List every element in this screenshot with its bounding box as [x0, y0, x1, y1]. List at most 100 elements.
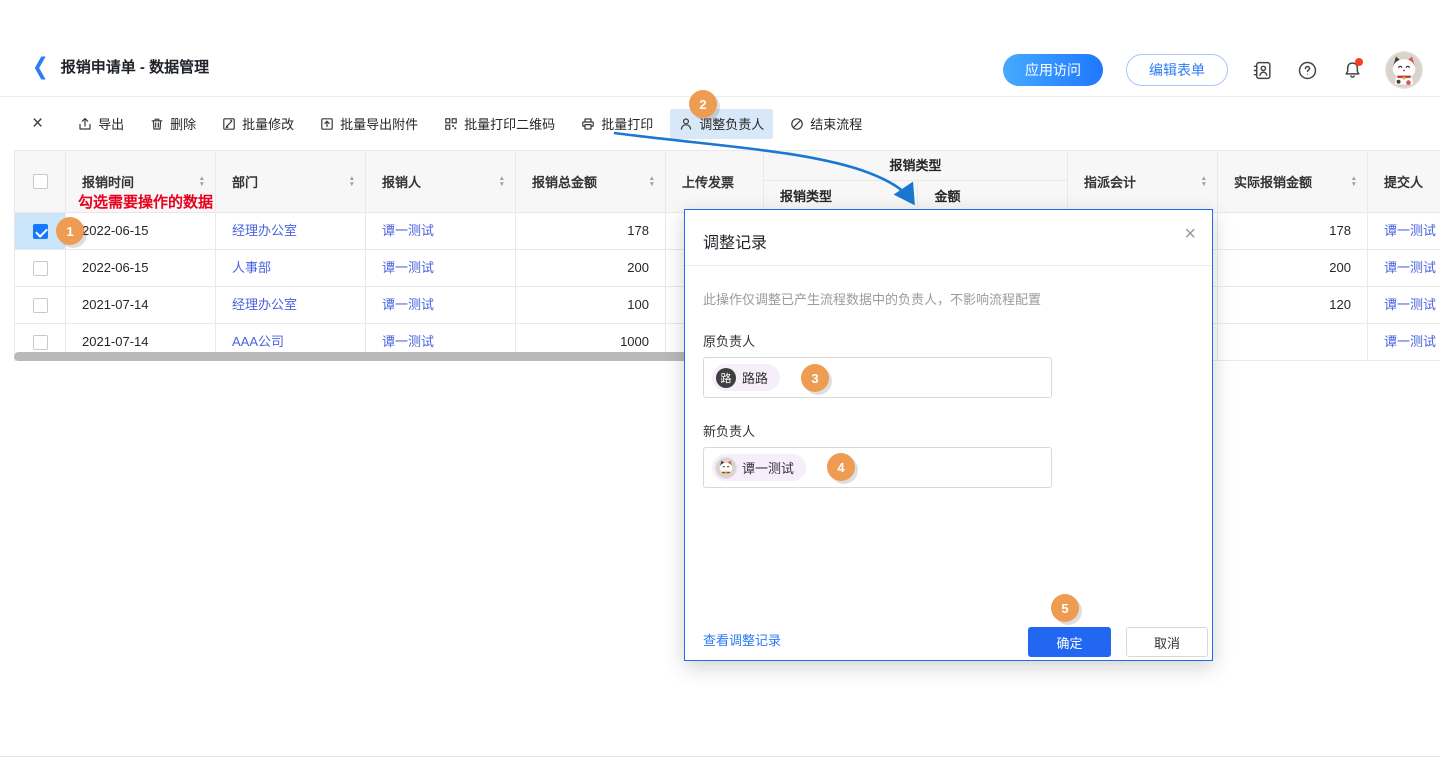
notification-bell-icon[interactable]	[1341, 59, 1363, 81]
header-invoice: 上传发票	[666, 151, 764, 212]
new-owner-tag[interactable]: 谭一测试	[712, 454, 806, 481]
help-icon[interactable]	[1296, 59, 1318, 81]
app-access-button[interactable]: 应用访问	[1003, 54, 1103, 86]
cell-dept-link[interactable]: 经理办公室	[216, 213, 366, 249]
step-badge-2: 2	[689, 90, 717, 118]
header-accountant: 指派会计▲▼	[1068, 151, 1218, 212]
step-badge-1: 1	[56, 217, 84, 245]
new-owner-label: 新负责人	[703, 421, 755, 440]
view-adjust-records-link[interactable]: 查看调整记录	[703, 630, 781, 649]
cell-dept-link[interactable]: 人事部	[216, 250, 366, 286]
new-owner-field[interactable]: 谭一测试	[703, 447, 1052, 488]
dialog-note: 此操作仅调整已产生流程数据中的负责人，不影响流程配置	[703, 289, 1041, 308]
select-all-checkbox[interactable]	[33, 174, 48, 189]
sort-icon[interactable]: ▲▼	[199, 176, 205, 187]
cancel-button[interactable]: 取消	[1126, 627, 1208, 657]
cell-total: 200	[516, 250, 666, 286]
dialog-divider	[685, 265, 1212, 266]
header-actual: 实际报销金额▲▼	[1218, 151, 1368, 212]
cell-person-link[interactable]: 谭一测试	[366, 213, 516, 249]
cell-person-link[interactable]: 谭一测试	[366, 287, 516, 323]
header-submitter: 提交人	[1368, 151, 1440, 212]
old-owner-label: 原负责人	[703, 331, 755, 350]
cell-submitter-link[interactable]: 谭一测试	[1368, 213, 1440, 249]
cell-actual: 200	[1218, 250, 1368, 286]
cell-dept-link[interactable]: 经理办公室	[216, 287, 366, 323]
header-person: 报销人▲▼	[366, 151, 516, 212]
new-owner-name: 谭一测试	[742, 458, 794, 477]
header-type-group-label: 报销类型	[764, 151, 1067, 181]
cell-submitter-link[interactable]: 谭一测试	[1368, 324, 1440, 360]
sort-icon[interactable]: ▲▼	[349, 176, 355, 187]
cell-submitter-link[interactable]: 谭一测试	[1368, 250, 1440, 286]
adjust-owner-dialog: 调整记录 × 此操作仅调整已产生流程数据中的负责人，不影响流程配置 原负责人 路…	[684, 209, 1213, 661]
dialog-close-icon[interactable]: ×	[1184, 224, 1196, 244]
sort-icon[interactable]: ▲▼	[1201, 176, 1207, 187]
page-title: 报销申请单 - 数据管理	[61, 56, 209, 77]
header-type-group: 报销类型 报销类型 金额	[764, 151, 1068, 212]
toolbar-batch-print-qrcode-button[interactable]: 批量打印二维码	[435, 109, 564, 139]
row-checkbox[interactable]	[33, 298, 48, 313]
header-left: ❮ 报销申请单 - 数据管理	[32, 56, 209, 77]
end-flow-icon	[790, 117, 804, 131]
row-checkbox[interactable]	[33, 335, 48, 350]
row-checkbox[interactable]	[33, 224, 48, 239]
cell-actual: 120	[1218, 287, 1368, 323]
toolbar-batch-print-button[interactable]: 批量打印	[572, 109, 662, 139]
step-badge-4: 4	[827, 453, 855, 481]
old-owner-tag[interactable]: 路 路路	[712, 364, 780, 391]
cell-date: 2022-06-15	[66, 250, 216, 286]
toolbar-batch-edit-button[interactable]: 批量修改	[213, 109, 303, 139]
data-management-page: ❮ 报销申请单 - 数据管理 应用访问 编辑表单	[0, 0, 1440, 757]
user-avatar[interactable]	[1386, 52, 1422, 88]
toolbar-items: 导出 删除 批量修改 批量导出附件	[69, 109, 871, 139]
header-amount: 金额	[917, 181, 1067, 212]
export-icon	[78, 117, 92, 131]
trash-icon	[150, 117, 164, 131]
step-badge-5: 5	[1051, 594, 1079, 622]
edit-form-button[interactable]: 编辑表单	[1126, 54, 1228, 86]
dialog-title: 调整记录	[703, 229, 767, 253]
notification-dot	[1355, 58, 1363, 66]
confirm-button[interactable]: 确定	[1028, 627, 1111, 657]
header-right: 应用访问 编辑表单	[1003, 52, 1422, 88]
cell-actual: 178	[1218, 213, 1368, 249]
toolbar-delete-button[interactable]: 删除	[141, 109, 205, 139]
header-total: 报销总金额▲▼	[516, 151, 666, 212]
export-attachment-icon	[320, 117, 334, 131]
select-data-annotation: 勾选需要操作的数据	[78, 191, 213, 212]
cell-date: 2022-06-15	[66, 213, 216, 249]
cat-avatar-icon	[716, 458, 736, 478]
step-badge-3: 3	[801, 364, 829, 392]
row-checkbox[interactable]	[33, 261, 48, 276]
toolbar-close-icon[interactable]: ×	[32, 114, 43, 133]
cell-total: 100	[516, 287, 666, 323]
bulk-actions-toolbar: × 导出 删除 批量修改	[0, 97, 1440, 150]
toolbar-adjust-owner-button[interactable]: 调整负责人	[670, 109, 773, 139]
sort-icon[interactable]: ▲▼	[649, 176, 655, 187]
header-type: 报销类型	[764, 181, 917, 212]
sort-icon[interactable]: ▲▼	[499, 176, 505, 187]
toolbar-export-button[interactable]: 导出	[69, 109, 133, 139]
table-header: 报销时间▲▼ 部门▲▼ 报销人▲▼ 报销总金额▲▼ 上传发票 报销类型 报销类型…	[15, 151, 1440, 213]
old-owner-avatar: 路	[716, 368, 736, 388]
old-owner-name: 路路	[742, 368, 768, 387]
toolbar-batch-export-attachments-button[interactable]: 批量导出附件	[311, 109, 427, 139]
old-owner-field[interactable]: 路 路路	[703, 357, 1052, 398]
contacts-book-icon[interactable]	[1251, 59, 1273, 81]
cell-date: 2021-07-14	[66, 287, 216, 323]
edit-icon	[222, 117, 236, 131]
cell-person-link[interactable]: 谭一测试	[366, 250, 516, 286]
back-icon[interactable]: ❮	[32, 55, 49, 78]
header-select-all-cell	[15, 151, 66, 212]
qrcode-icon	[444, 117, 458, 131]
cell-actual	[1218, 324, 1368, 360]
header-dept: 部门▲▼	[216, 151, 366, 212]
cell-total: 178	[516, 213, 666, 249]
app-header: ❮ 报销申请单 - 数据管理 应用访问 编辑表单	[0, 0, 1440, 97]
sort-icon[interactable]: ▲▼	[1351, 176, 1357, 187]
cell-submitter-link[interactable]: 谭一测试	[1368, 287, 1440, 323]
person-icon	[679, 117, 693, 131]
toolbar-end-flow-button[interactable]: 结束流程	[781, 109, 871, 139]
printer-icon	[581, 117, 595, 131]
